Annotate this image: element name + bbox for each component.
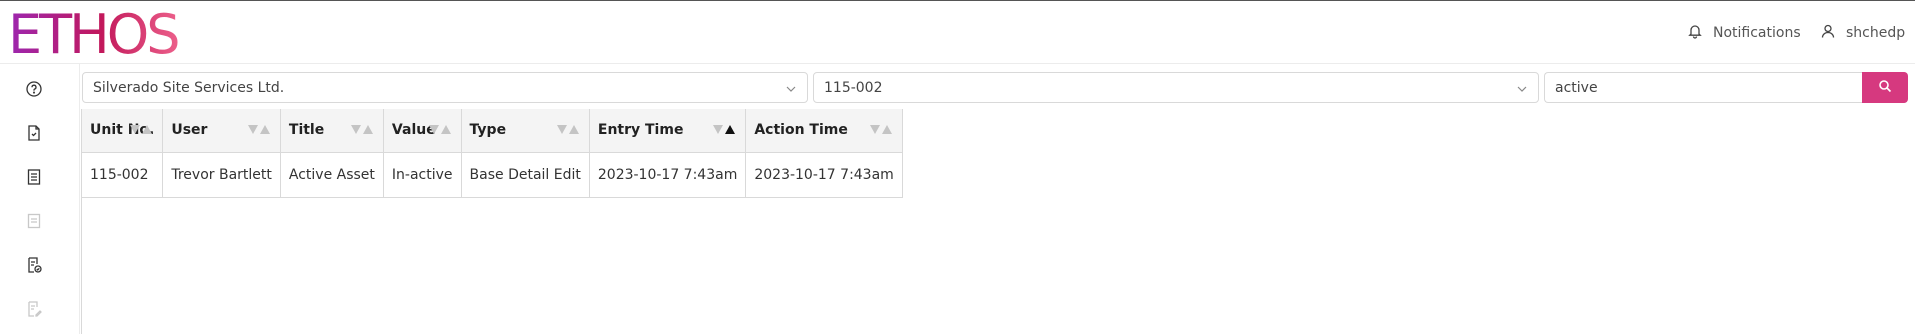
cell-entry-time: 2023-10-17 7:43am	[589, 152, 747, 197]
notifications-label: Notifications	[1713, 25, 1801, 41]
report-icon[interactable]	[25, 168, 43, 186]
cell-action-time: 2023-10-17 7:43am	[745, 152, 903, 197]
cell-user: Trevor Bartlett	[162, 152, 281, 197]
unit-select[interactable]: 115-002	[813, 72, 1539, 103]
cell-title: Active Asset	[280, 152, 384, 197]
column-header-title[interactable]: Title	[280, 109, 384, 153]
sort-arrows-ascending-icon[interactable]	[713, 125, 736, 134]
column-header-entry-time[interactable]: Entry Time	[589, 109, 747, 153]
cell-unit-no: 115-002	[82, 152, 164, 197]
cell-type: Base Detail Edit	[461, 152, 590, 197]
unit-select-value: 115-002	[824, 80, 883, 96]
column-header-value[interactable]: Value	[383, 109, 462, 153]
table-header-row: Unit No. User Title Value Type Entry Tim…	[82, 109, 903, 153]
search-button[interactable]	[1862, 72, 1908, 103]
cell-value: In-active	[383, 152, 462, 197]
user-menu[interactable]: shchedp	[1820, 23, 1905, 43]
receipt-icon	[25, 212, 43, 230]
company-select-value: Silverado Site Services Ltd.	[93, 80, 285, 96]
column-header-action-time[interactable]: Action Time	[745, 109, 903, 153]
search-input[interactable]	[1544, 72, 1862, 103]
notifications-link[interactable]: Notifications	[1687, 23, 1801, 43]
sort-arrows-icon[interactable]	[556, 125, 579, 134]
help-circle-icon[interactable]	[25, 80, 43, 98]
ethos-logo[interactable]: ETHOS	[8, 8, 180, 62]
chevron-down-icon	[1516, 83, 1528, 95]
sort-arrows-icon[interactable]	[350, 125, 373, 134]
user-icon	[1820, 23, 1836, 43]
sort-arrows-icon[interactable]	[247, 125, 270, 134]
username-label: shchedp	[1846, 25, 1906, 41]
history-table: Unit No. User Title Value Type Entry Tim…	[82, 109, 903, 198]
sort-arrows-icon[interactable]	[428, 125, 451, 134]
document-edit-icon	[25, 300, 43, 318]
column-header-unit-no[interactable]: Unit No.	[82, 109, 164, 153]
company-select[interactable]: Silverado Site Services Ltd.	[82, 72, 808, 103]
chevron-down-icon	[785, 83, 797, 95]
search-icon	[1878, 79, 1892, 97]
document-icon[interactable]	[25, 124, 43, 142]
bell-icon	[1687, 23, 1703, 43]
document-check-icon[interactable]	[25, 256, 43, 274]
sort-arrows-icon[interactable]	[130, 125, 153, 134]
sort-arrows-icon[interactable]	[869, 125, 892, 134]
column-header-user[interactable]: User	[162, 109, 281, 153]
sidebar	[0, 64, 80, 334]
table-row[interactable]: 115-002 Trevor Bartlett Active Asset In-…	[82, 152, 903, 197]
app-header: ETHOS Notifications shchedp	[0, 1, 1915, 64]
column-header-type[interactable]: Type	[461, 109, 590, 153]
